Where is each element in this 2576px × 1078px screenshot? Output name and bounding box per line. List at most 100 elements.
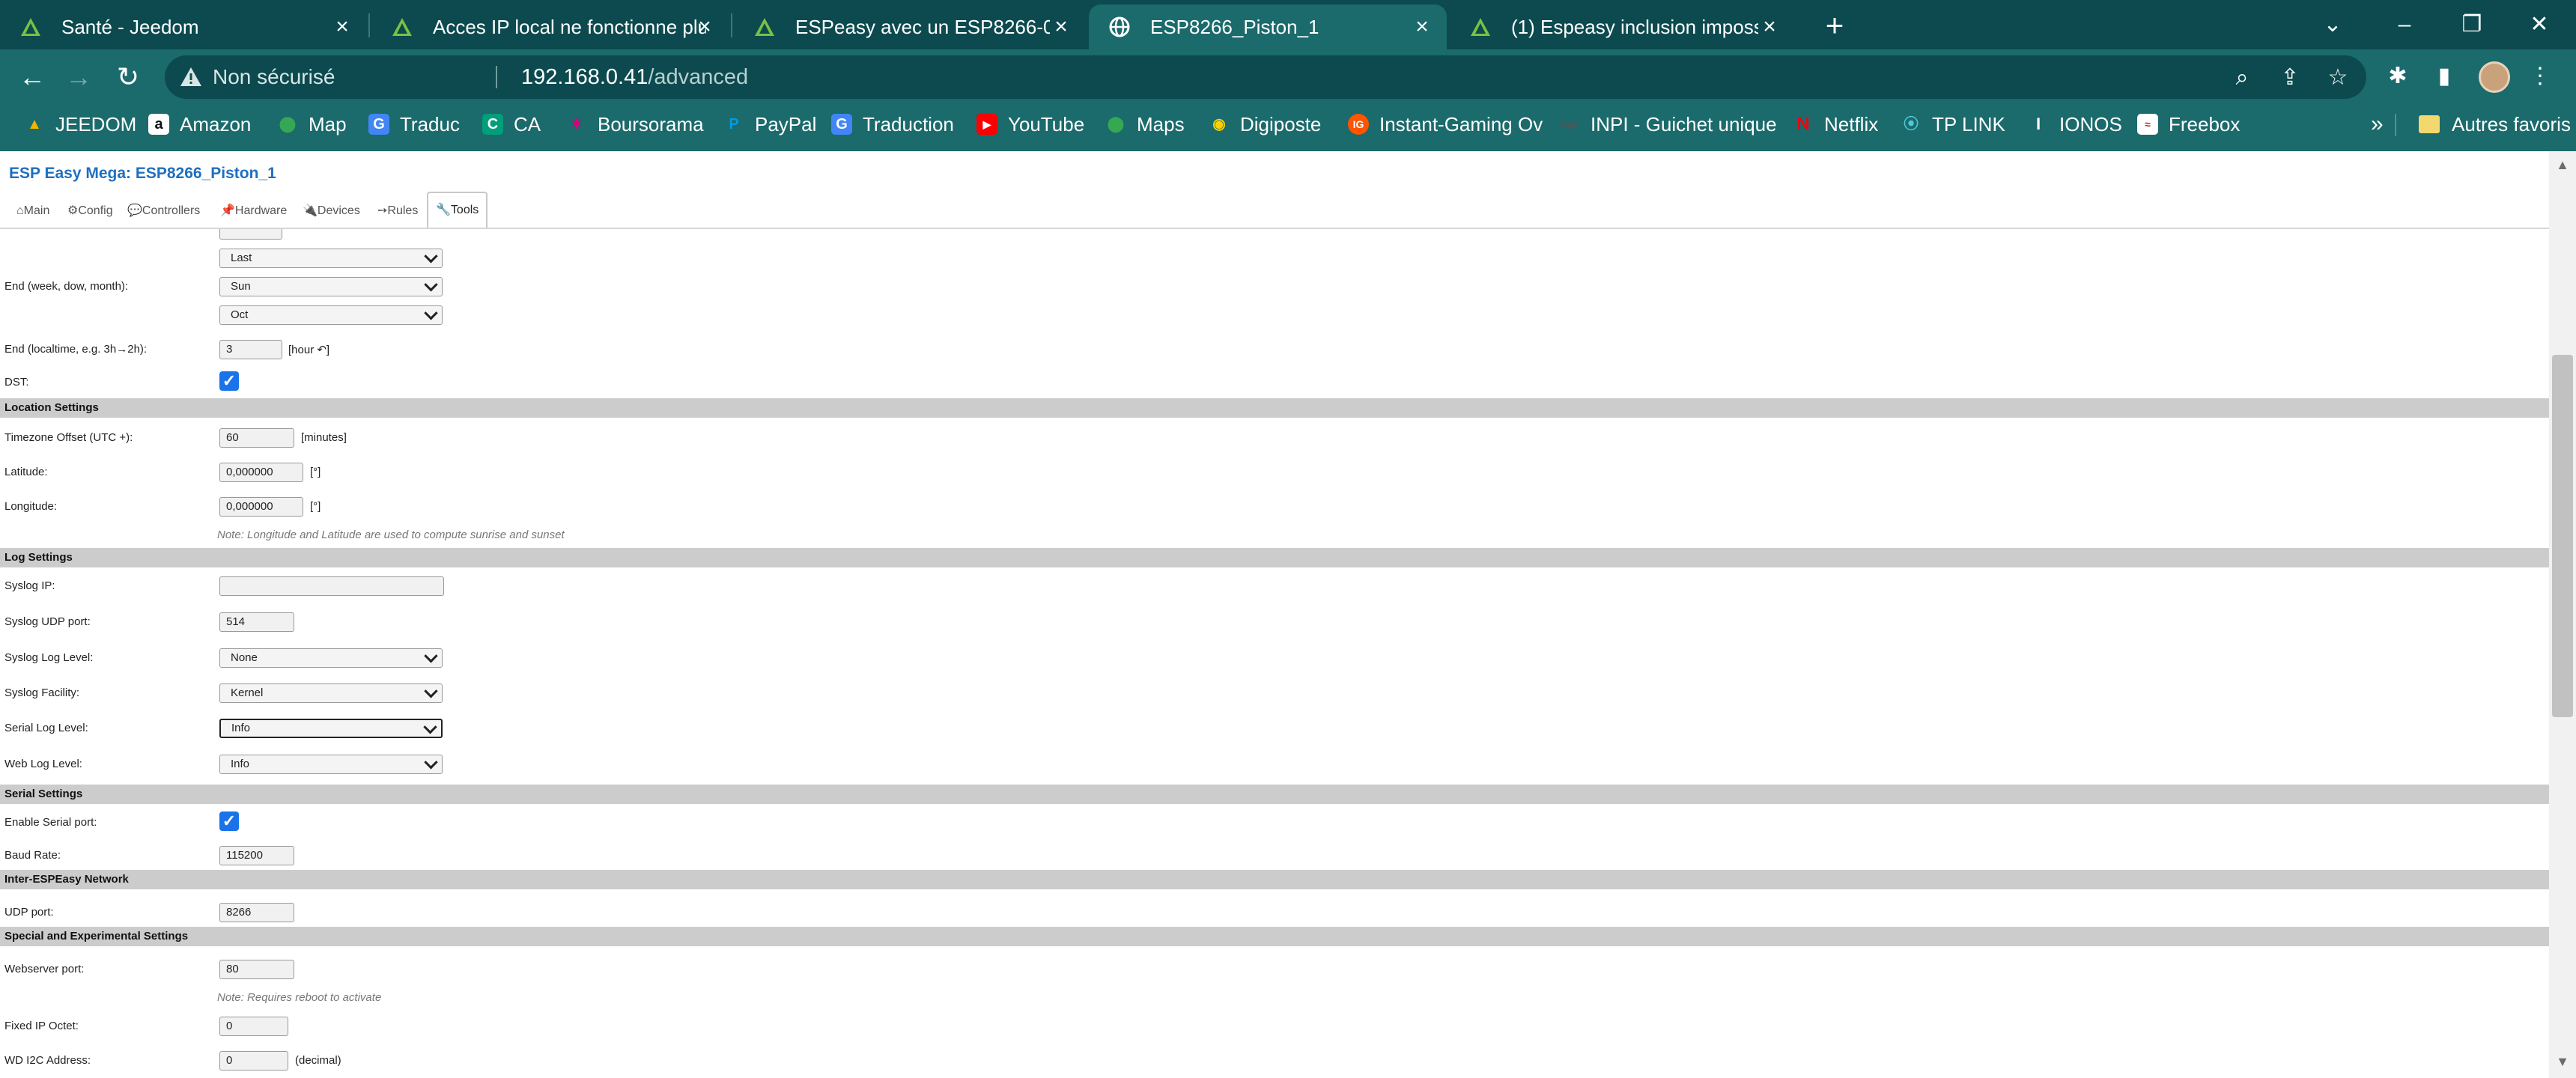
bookmark-digiposte[interactable]: ◉ Digiposte (1209, 105, 1321, 144)
translate-icon: G (831, 114, 852, 135)
latitude-label: Latitude: (4, 466, 48, 478)
bookmark-star-icon[interactable]: ☆ (2324, 64, 2351, 91)
tab-esp8266-piston[interactable]: ESP8266_Piston_1 × (1089, 4, 1447, 49)
avatar[interactable] (2479, 61, 2510, 93)
close-tab-icon[interactable]: × (1758, 16, 1781, 38)
url-text[interactable]: 192.168.0.41/advanced (521, 55, 748, 99)
bookmark-traduction[interactable]: G Traduction (831, 105, 954, 144)
bookmark-paypal[interactable]: P PayPal (723, 105, 816, 144)
security-status[interactable]: Non sécurisé (213, 55, 335, 99)
tab-sante-jeedom[interactable]: Santé - Jeedom × (0, 4, 367, 49)
advanced-settings-form: Last End (week, dow, month): Sun Oct End… (0, 220, 2549, 1078)
bookmark-label: Maps (1137, 112, 1185, 135)
end-localtime-field[interactable]: 3 (219, 340, 282, 359)
close-tab-icon[interactable]: × (1411, 16, 1433, 38)
tab-espeasy-esp8266[interactable]: ESPeasy avec un ESP8266-01S - F × (734, 4, 1086, 49)
close-window-button[interactable]: ✕ (2521, 7, 2558, 42)
scroll-thumb[interactable] (2552, 355, 2573, 717)
zoom-icon[interactable]: ⌕ (2229, 64, 2255, 91)
warning-icon[interactable] (178, 64, 204, 90)
close-tab-icon[interactable]: × (331, 16, 353, 38)
bookmark-label: Autres favoris (2452, 112, 2571, 135)
tab-rules[interactable]: ➙Rules (377, 196, 418, 226)
minimize-button[interactable]: – (2386, 7, 2423, 42)
bookmark-ca[interactable]: C CA (482, 105, 541, 144)
bookmark-instant-gaming[interactable]: IG Instant-Gaming Ov (1348, 105, 1543, 144)
tab-title: Santé - Jeedom (61, 16, 199, 38)
youtube-icon: ▶ (976, 114, 997, 135)
webserver-port-label: Webserver port: (4, 963, 85, 975)
unit-label: (decimal) (295, 1054, 341, 1067)
restore-button[interactable]: ❐ (2453, 7, 2491, 42)
bookmark-boursorama[interactable]: ✶ Boursorama (566, 105, 704, 144)
tab-tools[interactable]: 🔧Tools (427, 192, 488, 228)
back-button[interactable]: ← (16, 61, 48, 93)
tab-acces-ip[interactable]: Acces IP local ne fonctionne plus × (371, 4, 729, 49)
tab-controllers[interactable]: 💬Controllers (127, 196, 200, 226)
select-value: None (231, 651, 258, 664)
bookmark-map[interactable]: ⬤ Map (277, 105, 347, 144)
tab-devices[interactable]: 🔌Devices (303, 196, 360, 226)
bookmark-amazon[interactable]: a Amazon (148, 105, 251, 144)
wd-i2c-field[interactable]: 0 (219, 1051, 288, 1071)
other-bookmarks-folder[interactable]: Autres favoris (2419, 105, 2571, 144)
syslog-level-select[interactable]: None (219, 648, 443, 668)
bookmark-ionos[interactable]: I IONOS (2028, 105, 2122, 144)
serial-enable-checkbox[interactable]: ✓ (219, 811, 239, 831)
new-tab-button[interactable]: + (1820, 10, 1850, 41)
chevron-down-icon (424, 278, 438, 292)
section-title: Serial Settings (4, 788, 83, 800)
serial-enable-label: Enable Serial port: (4, 816, 97, 829)
syslog-facility-select[interactable]: Kernel (219, 683, 443, 703)
side-panel-icon[interactable]: ▮ (2429, 61, 2459, 91)
syslog-port-field[interactable]: 514 (219, 612, 294, 632)
tab-config[interactable]: ⚙Config (67, 196, 113, 226)
bookmark-label: Instant-Gaming Ov (1379, 112, 1543, 135)
close-tab-icon[interactable]: × (693, 16, 716, 38)
address-bar[interactable]: Non sécurisé 192.168.0.41/advanced ⌕ ⇪ ☆ (165, 55, 2366, 99)
tab-hardware[interactable]: 📌Hardware (220, 196, 287, 226)
bookmark-freebox[interactable]: ≈ Freebox (2137, 105, 2240, 144)
bookmark-tplink[interactable]: ⦿ TP LINK (1901, 105, 2005, 144)
bookmark-jeedom[interactable]: ▲ JEEDOM (24, 105, 136, 144)
serial-level-select[interactable]: Info (219, 719, 443, 738)
divider (496, 66, 497, 88)
tab-espeasy-inclusion[interactable]: (1) Espeasy inclusion impossible - × (1450, 4, 1794, 49)
bookmark-traduc[interactable]: G Traduc (368, 105, 460, 144)
bookmark-netflix[interactable]: N Netflix (1793, 105, 1878, 144)
syslog-ip-field[interactable] (219, 576, 444, 596)
bookmark-label: Traduc (400, 112, 460, 135)
extensions-icon[interactable]: ✱ (2383, 61, 2413, 91)
end-dow-select[interactable]: Sun (219, 277, 443, 296)
longitude-field[interactable]: 0,000000 (219, 497, 303, 517)
esp-header: ESP Easy Mega: ESP8266_Piston_1 ⌂Main ⚙C… (0, 151, 2549, 229)
share-icon[interactable]: ⇪ (2276, 64, 2303, 91)
scroll-down-icon[interactable]: ▼ (2555, 1054, 2570, 1069)
bookmark-youtube[interactable]: ▶ YouTube (976, 105, 1084, 144)
scrollbar[interactable]: ▲ ▼ (2549, 151, 2576, 1078)
forward-button[interactable]: → (63, 61, 94, 93)
timezone-field[interactable]: 60 (219, 428, 294, 448)
chevron-down-icon (424, 306, 438, 320)
tab-main[interactable]: ⌂Main (16, 196, 49, 226)
bookmark-inpi[interactable]: inpi INPI - Guichet unique (1559, 105, 1777, 144)
end-week-select[interactable]: Last (219, 249, 443, 268)
baud-field[interactable]: 115200 (219, 846, 294, 865)
end-localtime-label: End (localtime, e.g. 3h→2h): (4, 343, 148, 356)
end-month-select[interactable]: Oct (219, 305, 443, 325)
menu-icon[interactable]: ⋮ (2525, 61, 2555, 91)
bookmark-maps[interactable]: ⬤ Maps (1105, 105, 1185, 144)
more-bookmarks-button[interactable]: » (2371, 105, 2384, 144)
web-level-select[interactable]: Info (219, 755, 443, 774)
close-tab-icon[interactable]: × (1050, 16, 1072, 38)
udp-port-field[interactable]: 8266 (219, 903, 294, 922)
tab-search-icon[interactable]: ⌄ (2314, 7, 2351, 42)
dst-checkbox[interactable]: ✓ (219, 371, 239, 391)
reload-button[interactable]: ↻ (112, 61, 144, 93)
tab-title: Acces IP local ne fonctionne plus (433, 16, 706, 38)
fixed-ip-field[interactable]: 0 (219, 1017, 288, 1036)
divider (2395, 114, 2396, 136)
latitude-field[interactable]: 0,000000 (219, 463, 303, 482)
scroll-up-icon[interactable]: ▲ (2555, 157, 2570, 172)
webserver-port-field[interactable]: 80 (219, 960, 294, 979)
